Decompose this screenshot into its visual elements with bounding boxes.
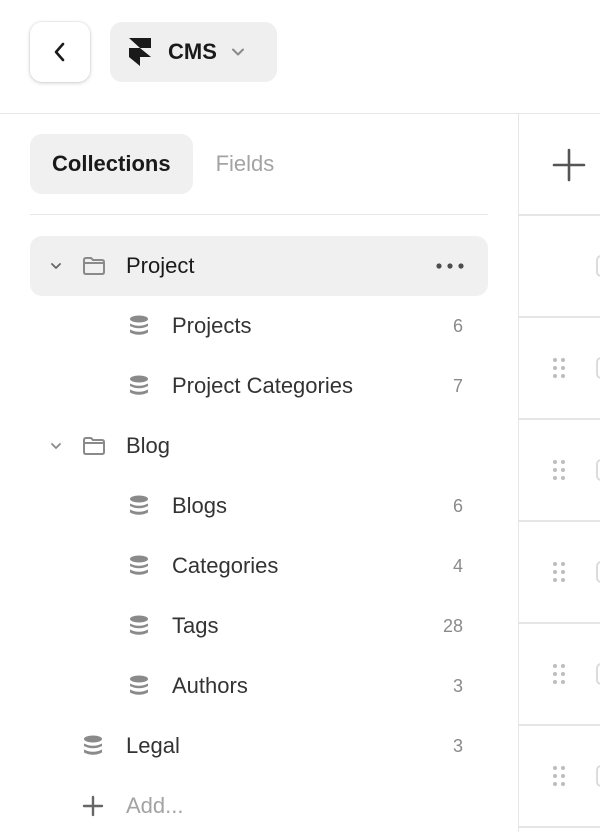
item-count: 6 <box>452 495 463 516</box>
row-divider <box>519 826 600 828</box>
chevron-left-icon <box>53 41 67 63</box>
tree-collection-blogs[interactable]: Blogs 6 <box>30 476 488 536</box>
row-divider <box>519 520 600 522</box>
cell-checkbox[interactable] <box>596 357 600 379</box>
tabs-divider <box>30 214 488 215</box>
item-count: 4 <box>452 555 463 576</box>
row-divider <box>519 622 600 624</box>
folder-icon <box>82 256 106 276</box>
tree-label: Legal <box>126 733 180 758</box>
tree-label: Authors <box>172 673 248 698</box>
cms-switcher[interactable]: CMS <box>110 22 277 82</box>
cell-checkbox[interactable] <box>596 663 600 685</box>
drag-handle-icon[interactable] <box>552 765 566 792</box>
item-count: 3 <box>452 735 463 756</box>
row-divider <box>519 724 600 726</box>
add-collection-button[interactable]: Add... <box>30 776 488 836</box>
tree-collection-projects[interactable]: Projects 6 <box>30 296 488 356</box>
drag-handle-icon[interactable] <box>552 663 566 690</box>
chevron-down-icon[interactable] <box>50 262 62 270</box>
cell-checkbox[interactable] <box>596 255 600 277</box>
item-count: 7 <box>452 375 463 396</box>
chevron-down-icon[interactable] <box>50 442 62 450</box>
tree-label: Tags <box>172 613 219 638</box>
tree-collection-legal[interactable]: Legal 3 <box>30 716 488 776</box>
chevron-down-icon <box>231 47 245 57</box>
database-icon <box>128 614 150 638</box>
tree-collection-tags[interactable]: Tags 28 <box>30 596 488 656</box>
back-button[interactable] <box>30 22 90 82</box>
tree-collection-project-categories[interactable]: Project Categories 7 <box>30 356 488 416</box>
tree-label: Project <box>126 253 195 278</box>
tree-label: Project Categories <box>172 373 353 398</box>
tree-collection-authors[interactable]: Authors 3 <box>30 656 488 716</box>
tab-fields[interactable]: Fields <box>193 134 298 194</box>
drag-handle-icon[interactable] <box>552 561 566 588</box>
plus-icon[interactable] <box>552 148 586 187</box>
drag-handle-icon[interactable] <box>552 357 566 384</box>
database-icon <box>128 314 150 338</box>
top-bar: CMS <box>0 0 600 114</box>
cell-checkbox[interactable] <box>596 459 600 481</box>
cell-checkbox[interactable] <box>596 765 600 787</box>
framer-logo-icon <box>128 38 152 66</box>
drag-handle-icon[interactable] <box>552 459 566 486</box>
database-icon <box>128 674 150 698</box>
item-count: 6 <box>452 315 463 336</box>
content-pane <box>519 114 600 832</box>
cell-checkbox[interactable] <box>596 561 600 583</box>
sidebar: Collections Fields Project Projects 6 Pr… <box>0 114 518 832</box>
more-options-icon[interactable] <box>436 263 464 269</box>
plus-icon <box>82 795 104 817</box>
add-label: Add... <box>126 793 184 818</box>
row-divider <box>519 316 600 318</box>
folder-icon <box>82 436 106 456</box>
database-icon <box>128 554 150 578</box>
item-count: 3 <box>452 675 463 696</box>
tree-label: Categories <box>172 553 279 578</box>
row-divider <box>519 418 600 420</box>
tree-label: Blogs <box>172 493 228 518</box>
tree-folder-project[interactable]: Project <box>30 236 488 296</box>
tab-collections[interactable]: Collections <box>30 134 193 194</box>
tree-label: Projects <box>172 313 252 338</box>
database-icon <box>128 374 150 398</box>
app-label: CMS <box>168 39 217 64</box>
tab-bar: Collections Fields <box>30 134 297 194</box>
database-icon <box>82 734 104 758</box>
tree-folder-blog[interactable]: Blog <box>30 416 488 476</box>
database-icon <box>128 494 150 518</box>
item-count: 28 <box>442 615 463 636</box>
row-divider <box>519 214 600 216</box>
tree-collection-categories[interactable]: Categories 4 <box>30 536 488 596</box>
tree-label: Blog <box>126 433 171 458</box>
